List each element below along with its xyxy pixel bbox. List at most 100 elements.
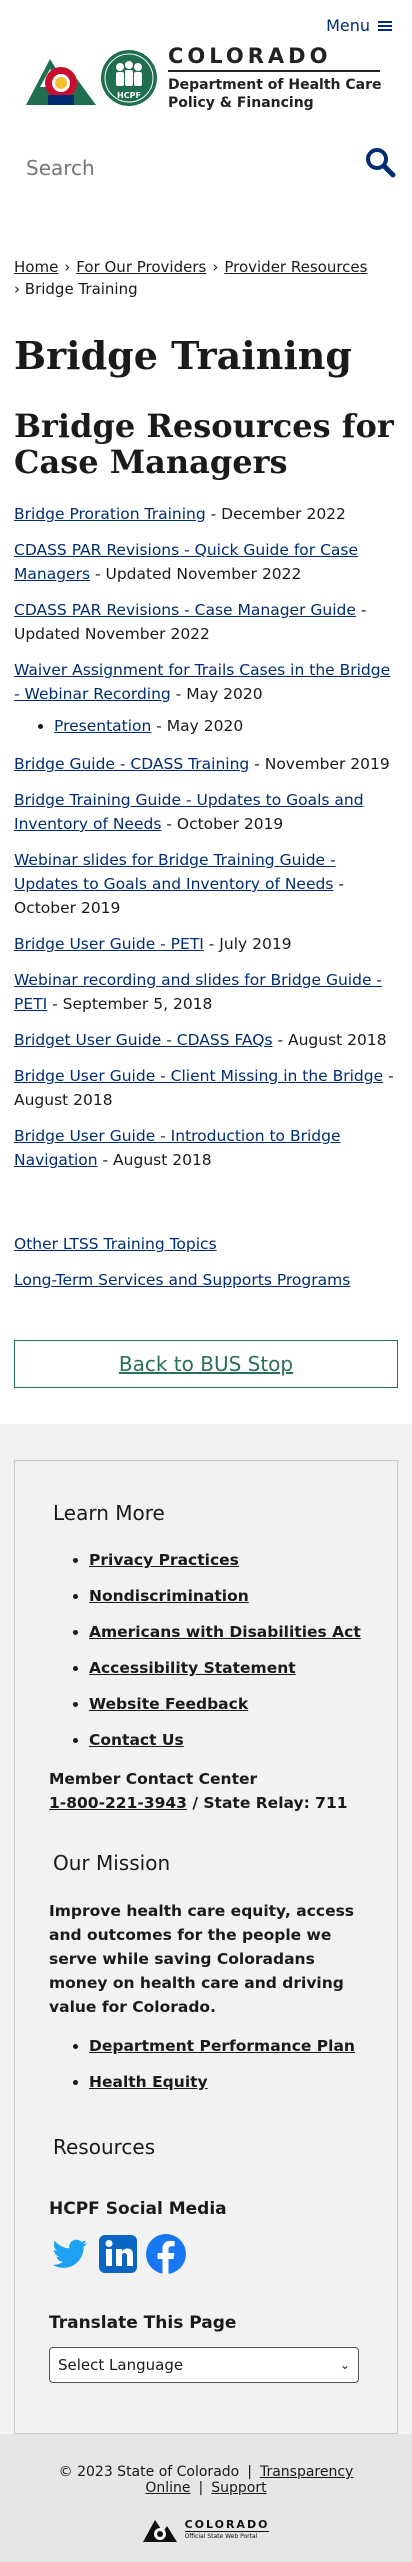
search-icon[interactable] (364, 146, 396, 178)
bottom-bar: © 2023 State of Colorado | Transparency On… (0, 2434, 412, 2562)
resource-date: - September 5, 2018 (47, 995, 213, 1013)
facebook-icon[interactable] (145, 2233, 187, 2275)
list-item: Bridge User Guide - Client Missing in th… (14, 1064, 398, 1112)
state-portal-logo[interactable]: COLORADO Official State Web Portal (14, 2516, 398, 2542)
resource-date: - May 2020 (151, 717, 244, 735)
resource-date: - Updated November 2022 (90, 565, 302, 583)
social-media-heading: HCPF Social Media (49, 2199, 227, 2219)
resource-date: - August 2018 (272, 1031, 387, 1049)
bottom-links: © 2023 State of Colorado | Transparency On… (14, 2464, 398, 2496)
brand-name: COLORADO (168, 44, 332, 68)
sub-list: Presentation - May 2020 (54, 714, 398, 738)
divider: | (198, 2480, 204, 2496)
mission-list: Department Performance Plan Health Equit… (89, 2037, 363, 2091)
breadcrumb-provider-resources[interactable]: Provider Resources (224, 258, 367, 276)
divider: | (247, 2464, 252, 2480)
footer: Learn More Privacy Practices Nondiscrimi… (0, 1424, 412, 2434)
chevron-down-icon: ⌄ (339, 2358, 350, 2372)
mission-heading: Our Mission (53, 1851, 171, 1875)
breadcrumb: Home › For Our Providers › Provider Resource… (0, 208, 412, 300)
hcpf-badge-icon: HCPF (101, 50, 157, 106)
portal-tagline: Official State Web Portal (184, 2531, 270, 2540)
resource-link[interactable]: Bridge Guide - CDASS Training (14, 755, 249, 773)
contact-us-link[interactable]: Contact Us (89, 1731, 184, 1749)
health-equity-link[interactable]: Health Equity (89, 2073, 208, 2091)
resource-link[interactable]: Webinar slides for Bridge Training Guide… (14, 851, 336, 893)
list-item: Webinar recording and slides for Bridge … (14, 968, 398, 1016)
learn-more-heading: Learn More (53, 1501, 165, 1525)
list-item: Bridge User Guide - PETI - July 2019 (14, 932, 398, 956)
resource-link[interactable]: Bridge User Guide - Client Missing in th… (14, 1067, 383, 1085)
ada-link[interactable]: Americans with Disabilities Act (89, 1623, 361, 1641)
resource-link[interactable]: Presentation (54, 717, 151, 735)
list-item: Bridget User Guide - CDASS FAQs - August… (14, 1028, 398, 1052)
list-item: CDASS PAR Revisions - Quick Guide for Ca… (14, 538, 398, 586)
search-bar (0, 128, 412, 208)
footer-card: Learn More Privacy Practices Nondiscrimi… (14, 1460, 398, 2434)
search-input[interactable] (26, 148, 346, 188)
mission-text: Improve health care equity, access and o… (49, 1902, 355, 2016)
resource-link[interactable]: Bridge User Guide - PETI (14, 935, 204, 953)
site-logo[interactable]: HCPF COLORADO Department of Health Care … (26, 44, 382, 112)
breadcrumb-separator: › (14, 280, 25, 298)
social-links (49, 2233, 363, 2275)
accessibility-link[interactable]: Accessibility Statement (89, 1659, 296, 1677)
page-title: Bridge Training (14, 333, 352, 378)
contact-phone-link[interactable]: 1-800-221-3943 (49, 1794, 187, 1812)
list-item: Waiver Assignment for Trails Cases in th… (14, 658, 398, 706)
list-item: Bridge Training Guide - Updates to Goals… (14, 788, 398, 836)
resources-heading: Resources (53, 2135, 156, 2159)
list-item: Bridge Guide - CDASS Training - November… (14, 752, 398, 776)
menu-label: Menu (326, 16, 370, 35)
svg-text:HCPF: HCPF (117, 91, 141, 100)
contact-center: Member Contact Center 1-800-221-3943 / S… (49, 1767, 363, 1815)
resource-link[interactable]: Bridge Proration Training (14, 505, 206, 523)
breadcrumb-home[interactable]: Home (14, 258, 58, 276)
copyright: © 2023 State of Colorado (58, 2464, 240, 2480)
breadcrumb-providers[interactable]: For Our Providers (76, 258, 206, 276)
list-item: Presentation - May 2020 (54, 714, 398, 738)
website-feedback-link[interactable]: Website Feedback (89, 1695, 248, 1713)
language-select-value: Select Language (58, 2356, 184, 2374)
resource-date: - October 2019 (161, 815, 284, 833)
dept-line-1: Department of Health Care (168, 77, 382, 93)
ltss-training-link[interactable]: Other LTSS Training Topics (14, 1235, 217, 1253)
resource-link[interactable]: Bridget User Guide - CDASS FAQs (14, 1031, 273, 1049)
resource-date: - November 2019 (249, 755, 390, 773)
colorado-logo-icon (26, 59, 96, 105)
breadcrumb-separator: › (64, 258, 71, 276)
list-item: Bridge Proration Training - December 202… (14, 502, 398, 526)
performance-plan-link[interactable]: Department Performance Plan (89, 2037, 355, 2055)
menu-button[interactable]: Menu (326, 16, 392, 35)
resource-date: - August 2018 (97, 1151, 212, 1169)
support-link[interactable]: Support (211, 2480, 266, 2496)
hamburger-icon (378, 19, 392, 33)
privacy-practices-link[interactable]: Privacy Practices (89, 1551, 239, 1569)
resource-date: - December 2022 (205, 505, 346, 523)
resource-date: - July 2019 (203, 935, 292, 953)
other-links: Other LTSS Training Topics Long-Term Ser… (14, 1232, 398, 1292)
brand-text: COLORADO Department of Health Care Polic… (168, 44, 382, 112)
colorado-portal-icon (142, 2520, 177, 2542)
brand-divider (168, 70, 380, 72)
twitter-icon[interactable] (49, 2233, 91, 2275)
resource-list: Bridge Proration Training - December 202… (14, 502, 398, 1172)
ltss-programs-link[interactable]: Long-Term Services and Supports Programs (14, 1271, 350, 1289)
learn-more-list: Privacy Practices Nondiscrimination Amer… (89, 1551, 363, 1749)
site-header: Menu HCPF COLORADO Department of Health … (0, 0, 412, 120)
list-item: CDASS PAR Revisions - Case Manager Guide… (14, 598, 398, 646)
back-to-bus-stop-button[interactable]: Back to BUS Stop (14, 1340, 398, 1388)
list-item: Bridge User Guide - Introduction to Brid… (14, 1124, 398, 1172)
linkedin-icon[interactable] (97, 2233, 139, 2275)
section-title: Bridge Resources for Case Managers (14, 407, 394, 481)
language-select[interactable]: Select Language ⌄ (49, 2347, 359, 2383)
translate-heading: Translate This Page (49, 2313, 237, 2333)
portal-name: COLORADO (184, 2518, 270, 2531)
resource-link[interactable]: CDASS PAR Revisions - Case Manager Guide (14, 601, 356, 619)
list-item: Webinar slides for Bridge Training Guide… (14, 848, 398, 920)
resource-date: - May 2020 (170, 685, 263, 703)
breadcrumb-separator: › (212, 258, 219, 276)
state-relay: / State Relay: 711 (186, 1794, 348, 1812)
nondiscrimination-link[interactable]: Nondiscrimination (89, 1587, 249, 1605)
breadcrumb-current: Bridge Training (24, 280, 138, 298)
